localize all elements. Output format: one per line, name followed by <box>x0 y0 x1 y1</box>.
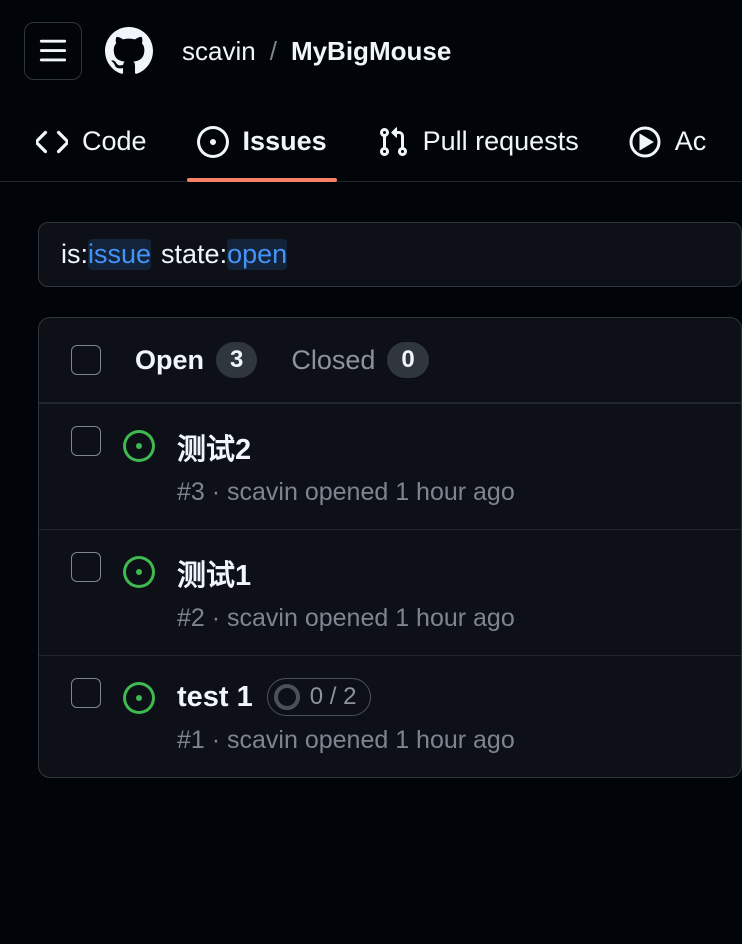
filter-open-count: 3 <box>216 342 257 378</box>
issue-opened-icon <box>197 126 229 158</box>
issue-title[interactable]: test 1 <box>177 681 253 714</box>
tab-pull-requests[interactable]: Pull requests <box>377 102 579 181</box>
issue-checkbox[interactable] <box>71 426 101 456</box>
issues-list-header: Open 3 Closed 0 <box>39 318 741 403</box>
breadcrumb-separator: / <box>270 36 277 67</box>
issue-meta: #2 · scavin opened 1 hour ago <box>177 604 709 633</box>
issue-meta: #1 · scavin opened 1 hour ago <box>177 726 709 755</box>
issue-checkbox[interactable] <box>71 678 101 708</box>
issues-list: Open 3 Closed 0 测试2 #3 · scavin opened 1… <box>38 317 742 778</box>
search-key-state: state: <box>161 239 227 270</box>
issue-title[interactable]: 测试1 <box>177 552 251 594</box>
tab-actions[interactable]: Ac <box>629 102 707 181</box>
issue-open-icon <box>123 556 155 588</box>
hamburger-icon <box>38 36 68 66</box>
breadcrumb-repo[interactable]: MyBigMouse <box>291 36 451 67</box>
github-logo[interactable] <box>100 22 158 80</box>
tab-code-label: Code <box>82 126 147 157</box>
tab-code[interactable]: Code <box>36 102 147 181</box>
github-icon <box>105 27 153 75</box>
tab-actions-label: Ac <box>675 126 707 157</box>
issue-open-icon <box>123 430 155 462</box>
search-key-is: is: <box>61 239 88 270</box>
issue-checkbox[interactable] <box>71 552 101 582</box>
pull-request-icon <box>377 126 409 158</box>
issue-row: 测试2 #3 · scavin opened 1 hour ago <box>39 403 741 529</box>
issue-meta: #3 · scavin opened 1 hour ago <box>177 478 709 507</box>
play-icon <box>629 126 661 158</box>
tab-issues-label: Issues <box>243 126 327 157</box>
search-input[interactable]: is:issue state:open <box>38 222 742 287</box>
code-icon <box>36 126 68 158</box>
issue-row: test 1 0 / 2 #1 · scavin opened 1 hour a… <box>39 655 741 777</box>
issue-row: 测试1 #2 · scavin opened 1 hour ago <box>39 529 741 655</box>
search-val-open: open <box>227 239 287 270</box>
issue-title[interactable]: 测试2 <box>177 426 251 468</box>
select-all-checkbox[interactable] <box>71 345 101 375</box>
progress-ring-icon <box>274 684 300 710</box>
search-val-issue: issue <box>88 239 151 270</box>
breadcrumb: scavin / MyBigMouse <box>182 36 451 67</box>
tab-issues[interactable]: Issues <box>197 102 327 181</box>
progress-text: 0 / 2 <box>310 683 357 711</box>
hamburger-menu-button[interactable] <box>24 22 82 80</box>
repo-tabs: Code Issues Pull requests Ac <box>0 102 742 182</box>
filter-closed-count: 0 <box>387 342 428 378</box>
filter-open[interactable]: Open 3 <box>135 342 257 378</box>
filter-open-label: Open <box>135 345 204 376</box>
issue-open-icon <box>123 682 155 714</box>
task-progress[interactable]: 0 / 2 <box>267 678 372 716</box>
tab-pulls-label: Pull requests <box>423 126 579 157</box>
filter-closed-label: Closed <box>291 345 375 376</box>
filter-closed[interactable]: Closed 0 <box>291 342 428 378</box>
breadcrumb-owner[interactable]: scavin <box>182 36 256 67</box>
